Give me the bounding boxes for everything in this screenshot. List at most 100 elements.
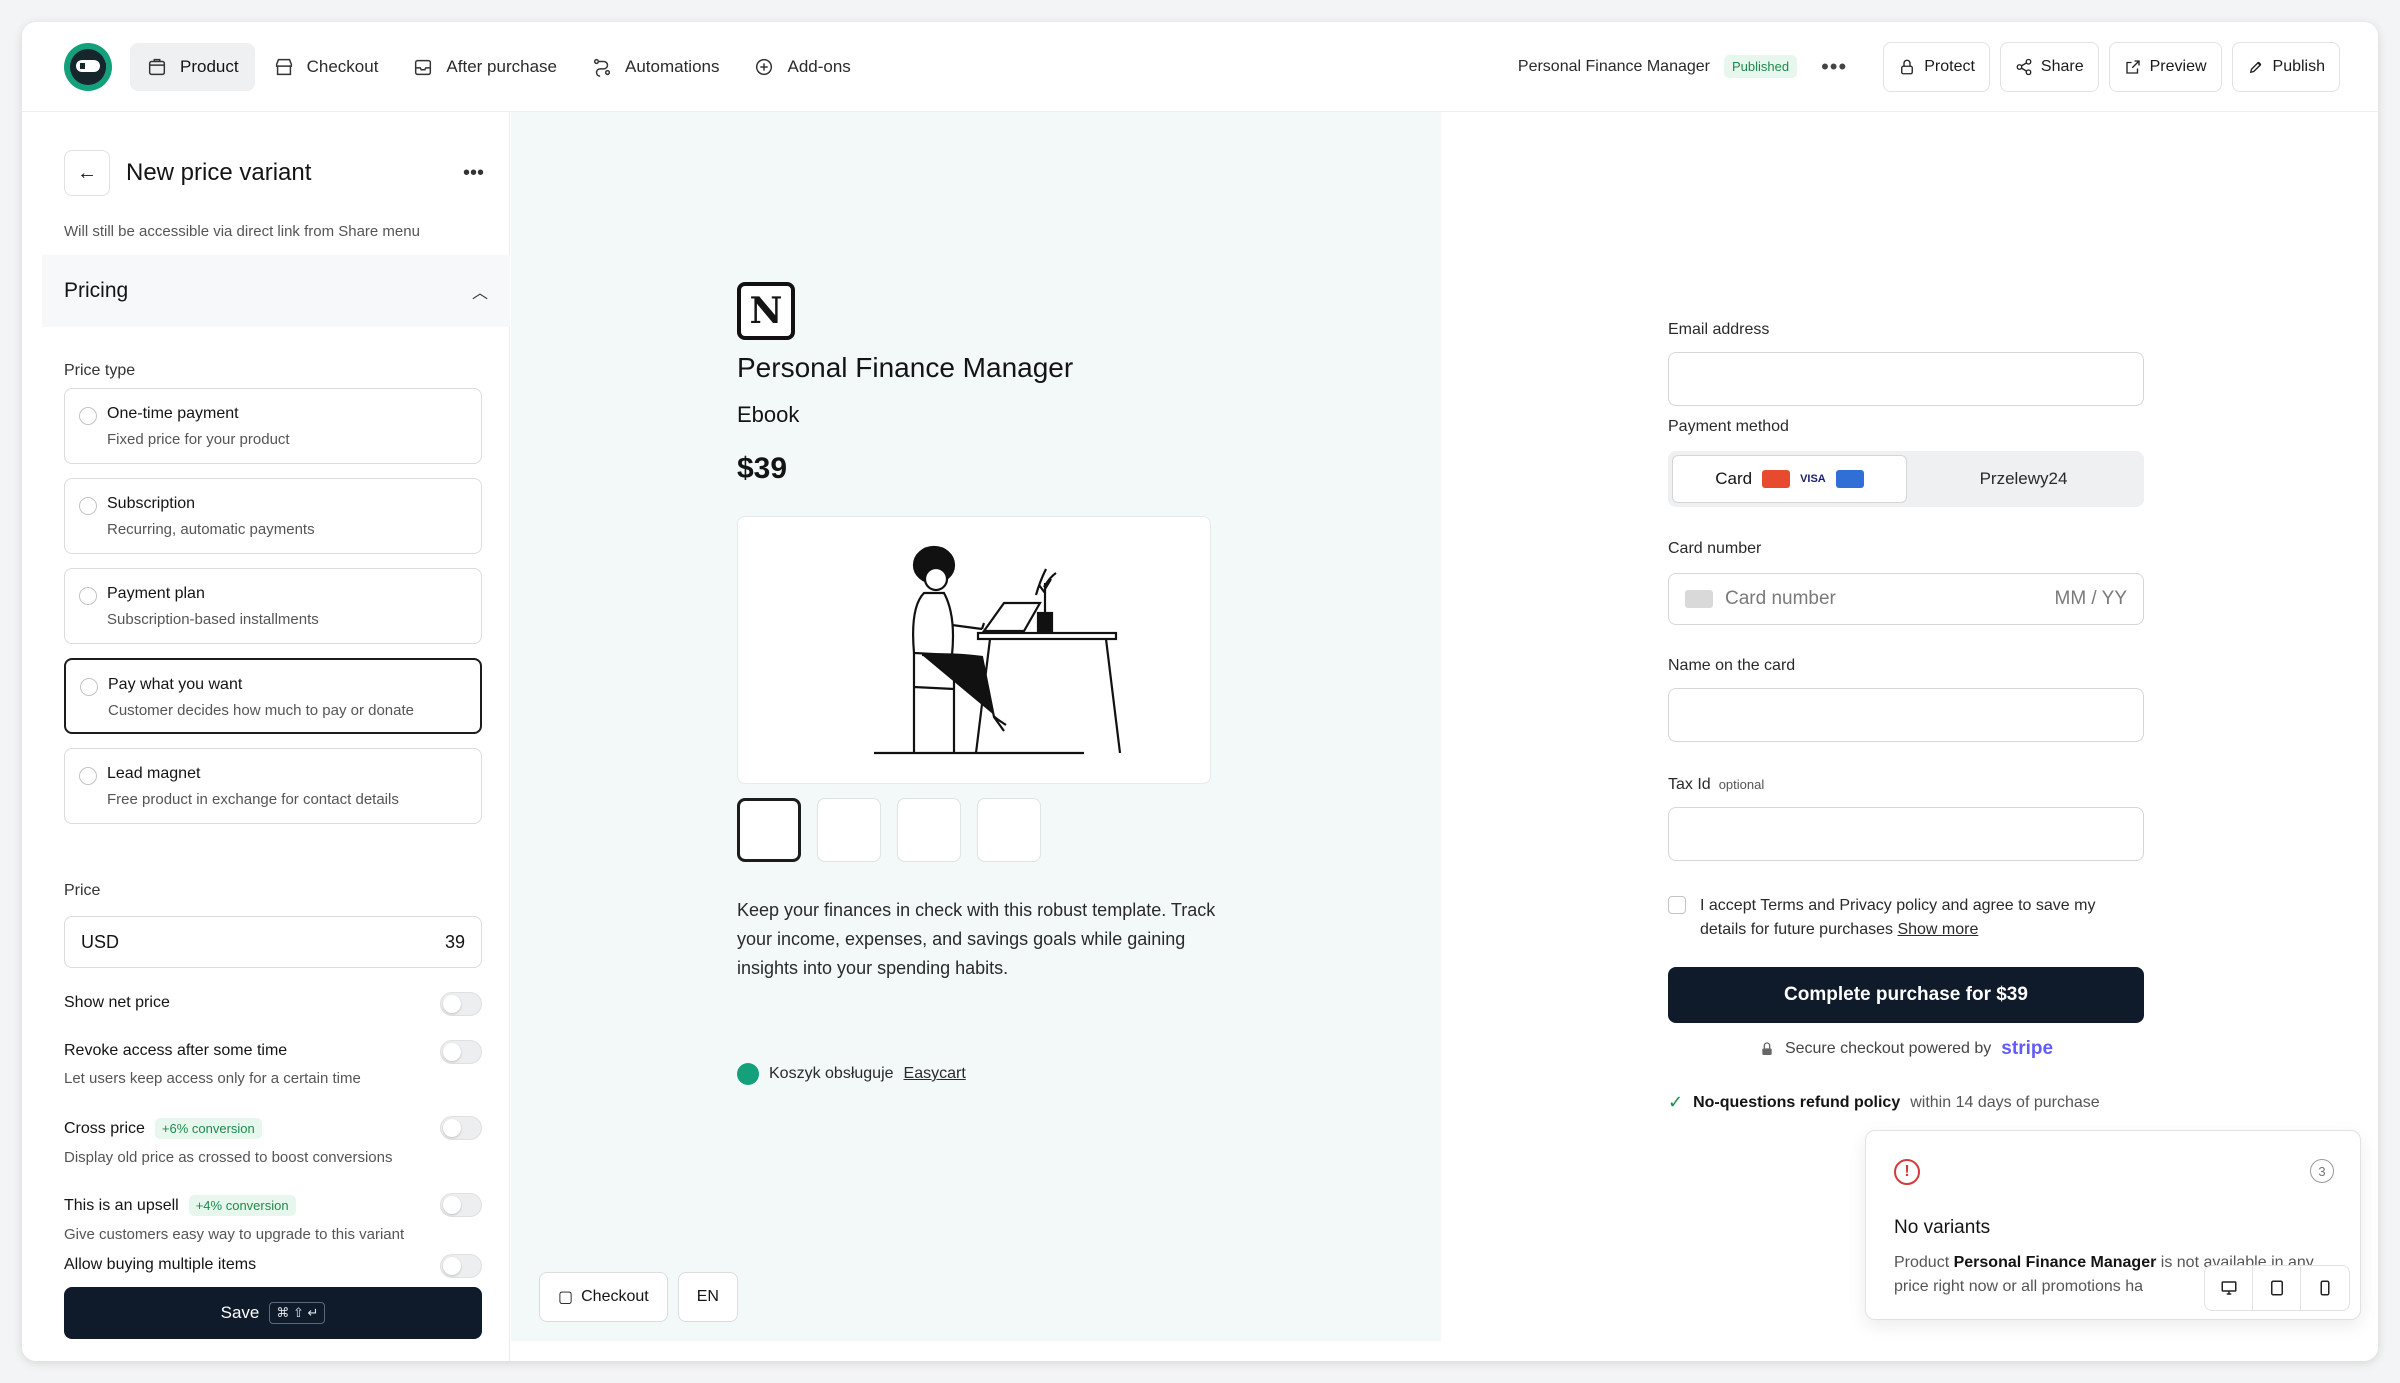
conversion-badge: +6% conversion	[154, 1118, 262, 1139]
language-label: EN	[696, 1288, 719, 1305]
show-net-price-toggle[interactable]	[440, 992, 482, 1016]
preview-label: Preview	[2149, 57, 2207, 75]
radio-button[interactable]	[79, 407, 97, 425]
easycart-link[interactable]: Easycart	[904, 1065, 966, 1083]
editor-title: New price variant	[126, 159, 312, 186]
card-number-field[interactable]: Card number MM / YY	[1668, 573, 2144, 625]
name-on-card-field[interactable]	[1668, 688, 2144, 742]
toggle-desc: Give customers easy way to upgrade to th…	[64, 1226, 405, 1243]
radio-button[interactable]	[79, 497, 97, 515]
back-button[interactable]: ←	[64, 150, 110, 196]
price-value: 39	[444, 931, 465, 952]
pricing-section-header[interactable]: Pricing ︿	[42, 255, 510, 327]
thumbnail-1[interactable]	[737, 798, 801, 862]
no-variants-toast: ! 3 No variants Product Personal Finance…	[1865, 1130, 2361, 1320]
price-type-label: Price type	[64, 362, 136, 379]
revoke-access-toggle[interactable]	[440, 1040, 482, 1064]
share-button[interactable]: Share	[1999, 41, 2099, 92]
lock-icon	[1762, 1042, 1772, 1055]
save-button[interactable]: Save ⌘ ⇧ ↵	[64, 1287, 482, 1339]
price-type-lead-magnet[interactable]: Lead magnet Free product in exchange for…	[64, 748, 482, 824]
show-net-price-row: Show net price	[64, 992, 482, 1016]
preview-button[interactable]: Preview	[2108, 41, 2222, 92]
product-price: $39	[737, 452, 788, 485]
upsell-row: This is an upsell +4% conversion Give cu…	[64, 1193, 482, 1243]
tab-automations[interactable]: Automations	[575, 43, 736, 91]
more-options-icon[interactable]: •••	[1821, 54, 1847, 80]
addon-icon	[756, 58, 773, 75]
show-more-link[interactable]: Show more	[1897, 921, 1978, 938]
refund-rest: within 14 days of purchase	[1910, 1093, 2100, 1111]
desktop-view-button[interactable]	[2205, 1266, 2253, 1310]
price-variant-editor: ← New price variant ••• Will still be ac…	[22, 112, 510, 1361]
przelewy24-tab[interactable]: Przelewy24	[1907, 455, 2140, 503]
radio-button[interactable]	[79, 767, 97, 785]
publish-label: Publish	[2272, 57, 2325, 75]
alert-icon: !	[1894, 1159, 1920, 1185]
card-number-placeholder: Card number	[1725, 588, 1836, 609]
thumbnail-4[interactable]	[977, 798, 1041, 862]
editor-header: ← New price variant •••	[64, 148, 494, 198]
alt-tab-label: Przelewy24	[1979, 469, 2068, 488]
terms-checkbox[interactable]	[1668, 896, 1686, 914]
price-type-payment-plan[interactable]: Payment plan Subscription-based installm…	[64, 568, 482, 644]
tab-checkout[interactable]: Checkout	[257, 43, 395, 91]
external-link-icon	[2125, 59, 2140, 74]
upsell-toggle[interactable]	[440, 1193, 482, 1217]
multiple-items-toggle[interactable]	[440, 1254, 482, 1278]
refund-bold: No-questions refund policy	[1693, 1093, 1901, 1111]
notion-logo: N	[737, 282, 795, 340]
checkout-view-button[interactable]: ▢ Checkout	[539, 1272, 668, 1322]
option-desc: Fixed price for your product	[107, 431, 290, 448]
tab-add-ons[interactable]: Add-ons	[737, 43, 866, 91]
tab-product[interactable]: Product	[130, 42, 255, 91]
toggle-title-row: This is an upsell +4% conversion	[64, 1195, 482, 1216]
toggle-title-row: Cross price +6% conversion	[64, 1118, 482, 1139]
top-navigation: Product Checkout After purchase Automati…	[22, 22, 2378, 112]
radio-button[interactable]	[80, 678, 98, 696]
email-field[interactable]	[1668, 352, 2144, 406]
preview-controls: ▢ Checkout EN	[539, 1272, 738, 1322]
option-title: Subscription	[107, 495, 196, 512]
secure-checkout-note: Secure checkout powered by stripe	[1668, 1038, 2144, 1060]
mastercard-icon	[1762, 470, 1791, 488]
optional-tag: optional	[1718, 777, 1765, 792]
conversion-badge: +4% conversion	[188, 1195, 296, 1216]
notification-count: 3	[2310, 1159, 2334, 1183]
checkmark-icon: ✓	[1668, 1092, 1684, 1112]
thumbnail-2[interactable]	[817, 798, 881, 862]
keyboard-shortcut: ⌘ ⇧ ↵	[269, 1302, 326, 1324]
toggle-desc: Display old price as crossed to boost co…	[64, 1149, 393, 1166]
cross-price-toggle[interactable]	[440, 1116, 482, 1140]
publish-button[interactable]: Publish	[2231, 41, 2340, 92]
revoke-access-row: Revoke access after some time Let users …	[64, 1040, 482, 1087]
editor-more-icon[interactable]: •••	[463, 162, 484, 185]
protect-button[interactable]: Protect	[1883, 41, 1990, 92]
mobile-icon	[2320, 1280, 2330, 1296]
price-type-subscription[interactable]: Subscription Recurring, automatic paymen…	[64, 478, 482, 554]
product-image[interactable]	[737, 516, 1211, 784]
card-tab[interactable]: Card VISA	[1672, 455, 1907, 503]
tab-after-purchase[interactable]: After purchase	[396, 43, 573, 91]
box-icon	[148, 58, 166, 75]
radio-button[interactable]	[79, 587, 97, 605]
inbox-icon	[415, 59, 432, 75]
app-window: Product Checkout After purchase Automati…	[22, 22, 2378, 1361]
product-subtitle: Ebook	[737, 402, 800, 427]
price-input[interactable]: USD 39	[64, 916, 482, 968]
mobile-view-button[interactable]	[2301, 1266, 2349, 1310]
tax-id-field[interactable]	[1668, 807, 2144, 861]
app-logo[interactable]	[64, 42, 112, 91]
thumbnail-3[interactable]	[897, 798, 961, 862]
language-button[interactable]: EN	[677, 1272, 738, 1322]
save-label: Save	[220, 1303, 260, 1322]
pricing-section-title: Pricing	[64, 279, 129, 302]
tablet-view-button[interactable]	[2253, 1266, 2301, 1310]
expiry-placeholder: MM / YY	[2054, 588, 2128, 609]
payment-method-selector: Card VISA Przelewy24	[1668, 451, 2144, 507]
amex-icon	[1835, 470, 1864, 488]
price-type-one-time[interactable]: One-time payment Fixed price for your pr…	[64, 388, 482, 464]
tab-checkout-label: Checkout	[306, 56, 379, 76]
price-type-pay-what-you-want[interactable]: Pay what you want Customer decides how m…	[64, 658, 482, 734]
complete-purchase-button[interactable]: Complete purchase for $39	[1668, 967, 2144, 1023]
